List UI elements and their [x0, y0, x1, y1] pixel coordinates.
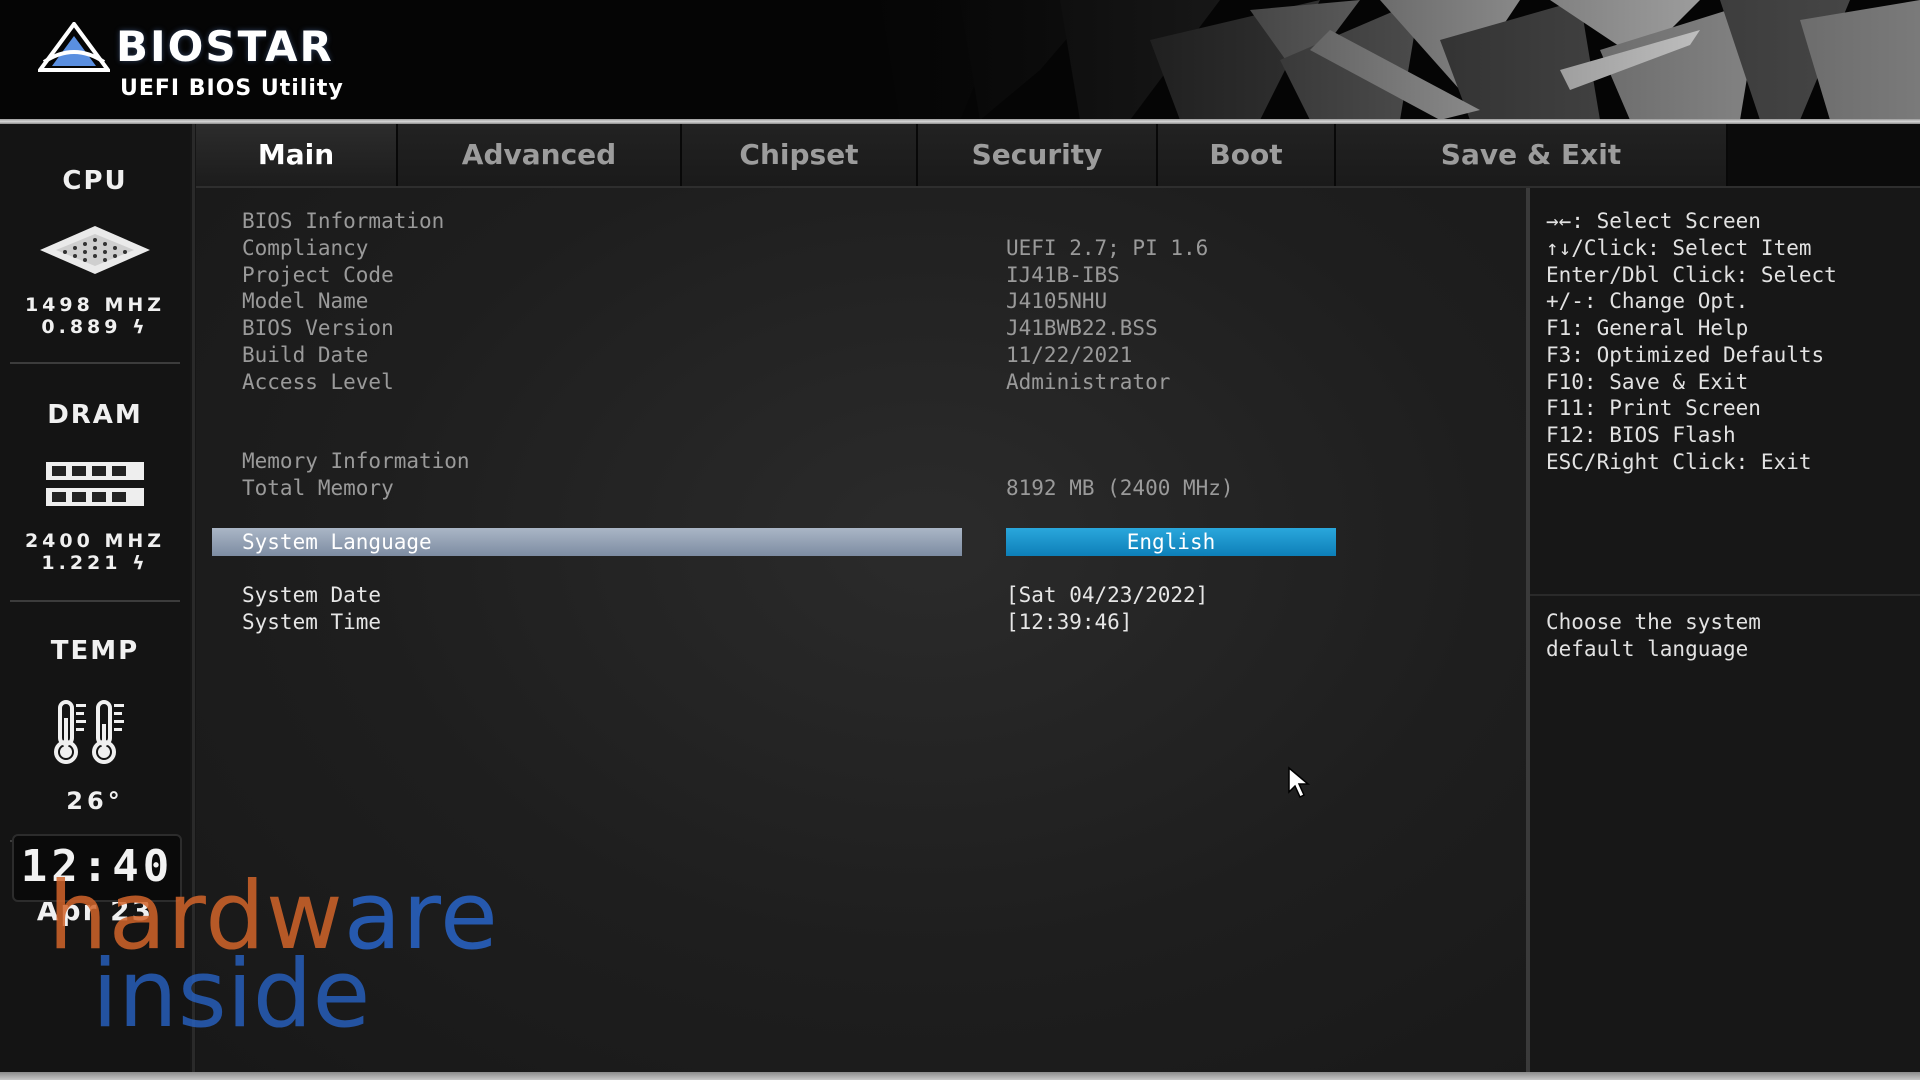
help-key-line: F12: BIOS Flash — [1546, 423, 1736, 447]
system-language-select[interactable]: English — [1006, 528, 1336, 556]
cpu-voltage: 0.889 ϟ — [41, 316, 149, 338]
info-row: BIOS Version J41BWB22.BSS — [196, 315, 1526, 341]
memory-info-header: Memory Information — [242, 449, 470, 473]
info-value: UEFI 2.7; PI 1.6 — [1006, 236, 1209, 260]
info-row: Compliancy UEFI 2.7; PI 1.6 — [196, 235, 1526, 261]
system-date-label: System Date — [242, 583, 382, 607]
info-row: Build Date 11/22/2021 — [196, 342, 1526, 368]
info-value: Administrator — [1006, 370, 1171, 394]
tab-chipset[interactable]: Chipset — [682, 124, 918, 186]
system-date-row[interactable]: System Date [Sat 04/23/2022] — [196, 582, 1526, 608]
dram-title: DRAM — [47, 400, 143, 430]
info-label: BIOS Version — [242, 316, 394, 340]
brand-subtitle: UEFI BIOS Utility — [120, 76, 344, 101]
help-description-line: default language — [1546, 637, 1749, 661]
info-row: Access Level Administrator — [196, 369, 1526, 395]
memory-info-header-row: Memory Information — [196, 448, 1526, 474]
watermark-letter: r — [402, 862, 440, 971]
watermark-letter: e — [439, 862, 499, 971]
info-label: Model Name — [242, 289, 369, 313]
temp-title: TEMP — [50, 636, 140, 666]
bios-info-header-row: BIOS Information — [196, 208, 1526, 234]
help-key-line: →←: Select Screen — [1546, 209, 1761, 233]
cpu-title: CPU — [62, 166, 128, 196]
tab-security[interactable]: Security — [918, 124, 1158, 186]
system-language-label: System Language — [242, 530, 432, 554]
system-date-value[interactable]: [Sat 04/23/2022] — [1006, 582, 1208, 608]
sidebar-separator — [10, 362, 180, 364]
info-label: Project Code — [242, 263, 394, 287]
help-separator — [1530, 594, 1920, 596]
tab-advanced[interactable]: Advanced — [398, 124, 682, 186]
help-key-line: F11: Print Screen — [1546, 396, 1761, 420]
info-value: J4105NHU — [1006, 289, 1108, 313]
help-key-line: F1: General Help — [1546, 316, 1749, 340]
tab-bar: Main Advanced Chipset Security Boot Save… — [196, 124, 1920, 186]
help-key-line: F10: Save & Exit — [1546, 370, 1749, 394]
temperature-value: 26° — [66, 787, 124, 815]
header: BIOSTAR UEFI BIOS Utility — [0, 0, 1920, 120]
dram-frequency: 2400 MHZ — [24, 530, 166, 552]
tab-main[interactable]: Main — [196, 124, 398, 186]
cpu-frequency: 1498 MHZ — [24, 294, 166, 316]
cpu-chip-icon — [40, 226, 150, 274]
info-label: Compliancy — [242, 236, 369, 260]
help-key-line: F3: Optimized Defaults — [1546, 343, 1825, 367]
help-panel: →←: Select Screen ↑↓/Click: Select Item … — [1530, 188, 1920, 1072]
system-time-row[interactable]: System Time [12:39:46] — [196, 609, 1526, 635]
mouse-cursor-icon — [1288, 766, 1311, 799]
info-label: Access Level — [242, 370, 394, 394]
tab-boot[interactable]: Boot — [1158, 124, 1336, 186]
tab-save-exit[interactable]: Save & Exit — [1336, 124, 1728, 186]
info-value: 11/22/2021 — [1006, 343, 1133, 367]
dram-voltage: 1.221 ϟ — [41, 552, 149, 574]
info-label: Build Date — [242, 343, 369, 367]
thermometer-icon — [54, 700, 124, 764]
memory-module-icon — [46, 462, 144, 506]
help-key-line: +/-: Change Opt. — [1546, 289, 1749, 313]
system-time-value[interactable]: [12:39:46] — [1006, 609, 1132, 635]
system-time-label: System Time — [242, 610, 382, 634]
help-key-line: ESC/Right Click: Exit — [1546, 450, 1812, 474]
total-memory-value: 8192 MB (2400 MHz) — [1006, 476, 1234, 500]
help-key-line: ↑↓/Click: Select Item — [1546, 236, 1812, 260]
brand-name: BIOSTAR — [116, 22, 334, 71]
footer-divider — [0, 1072, 1920, 1080]
info-row: Model Name J4105NHU — [196, 288, 1526, 314]
info-row: Total Memory 8192 MB (2400 MHz) — [196, 475, 1526, 501]
info-value: J41BWB22.BSS — [1006, 316, 1158, 340]
bios-info-header: BIOS Information — [242, 209, 445, 233]
help-description-line: Choose the system — [1546, 610, 1761, 634]
info-value: IJ41B-IBS — [1006, 263, 1120, 287]
total-memory-label: Total Memory — [242, 476, 394, 500]
watermark-inside: inside — [92, 940, 371, 1049]
biostar-logo-mark-icon — [38, 22, 110, 72]
info-row: Project Code IJ41B-IBS — [196, 262, 1526, 288]
help-key-line: Enter/Dbl Click: Select — [1546, 263, 1837, 287]
bios-screen: BIOSTAR UEFI BIOS Utility CPU 1498 MHZ 0… — [0, 0, 1920, 1080]
biostar-logo: BIOSTAR UEFI BIOS Utility — [38, 20, 378, 105]
sidebar-separator — [10, 600, 180, 602]
